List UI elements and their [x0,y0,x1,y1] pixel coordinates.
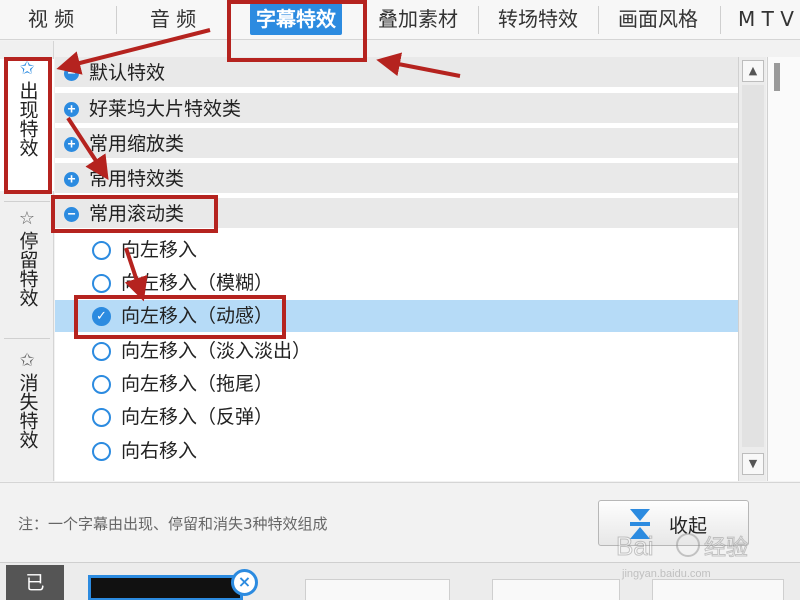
effects-note: 注：一个字幕由出现、停留和消失3种特效组成 [18,515,328,533]
radio-button[interactable] [92,342,111,361]
tab-divider [478,6,479,34]
effect-item[interactable]: 向左移入（拖尾） [55,368,738,400]
annotation-box-tab [227,0,367,62]
annotation-box-item [74,295,286,339]
scroll-down-icon[interactable]: ▼ [742,453,764,475]
side-tab-divider [4,201,50,202]
radio-button[interactable] [92,408,111,427]
baidu-watermark-logo: Bai 经验 jingyan.baidu.com [616,531,749,581]
tab-mtv[interactable]: M T V [738,0,800,40]
panel-scroll-thumb[interactable] [774,63,780,91]
category-zoom[interactable]: + 常用缩放类 [55,128,738,160]
category-hollywood[interactable]: + 好莱坞大片特效类 [55,93,738,125]
effect-item[interactable]: 向左移入（反弹） [55,401,738,433]
category-effects[interactable]: + 常用特效类 [55,163,738,195]
tab-picture-style[interactable]: 画面风格 [606,0,710,40]
category-default[interactable]: − 默认特效 [55,57,738,89]
top-tab-bar: 视 频 音 频 字幕特效 叠加素材 转场特效 画面风格 M T V [0,0,800,40]
effect-item[interactable]: 向左移入（淡入淡出） [55,335,738,367]
annotation-box-category [51,195,218,233]
empty-slot[interactable] [305,579,450,600]
annotation-box-side-tab [4,57,52,194]
tab-divider [720,6,721,34]
tree-scrollbar[interactable]: ▲ ▼ [738,57,766,481]
scroll-track[interactable] [742,85,764,447]
radio-button[interactable] [92,274,111,293]
radio-button[interactable] [92,375,111,394]
star-remove-icon: ✩ [19,350,35,371]
effect-item[interactable]: 向右移入 [55,435,738,467]
scroll-up-icon[interactable]: ▲ [742,60,764,82]
expand-icon[interactable]: + [64,172,79,187]
tab-audio[interactable]: 音 频 [132,0,214,40]
star-icon: ☆ [18,208,36,229]
close-icon[interactable]: × [231,569,258,596]
radio-button[interactable] [92,442,111,461]
svg-text:Bai: Bai [616,531,654,561]
tab-transition-effects[interactable]: 转场特效 [488,0,588,40]
empty-slot[interactable] [492,579,620,600]
right-panel-edge [767,57,800,481]
side-tab-divider [4,338,50,339]
effect-tree: − 默认特效 + 好莱坞大片特效类 + 常用缩放类 + 常用特效类 − 常用滚动… [55,57,738,481]
collapse-icon[interactable]: − [64,66,79,81]
tab-overlay-material[interactable]: 叠加素材 [368,0,468,40]
effect-item[interactable]: 向左移入 [55,234,738,266]
radio-button[interactable] [92,241,111,260]
side-tab-stay[interactable]: ☆ 停留特效 [0,209,54,337]
tab-divider [116,6,117,34]
added-tab[interactable]: 已 [6,565,64,600]
expand-icon[interactable]: + [64,137,79,152]
side-tab-disappear[interactable]: ✩ 消失特效 [0,351,54,479]
tab-video[interactable]: 视 频 [12,0,90,40]
tab-divider [598,6,599,34]
clip-thumbnail[interactable] [88,575,243,600]
expand-icon[interactable]: + [64,102,79,117]
svg-text:经验: 经验 [704,536,748,561]
svg-text:jingyan.baidu.com: jingyan.baidu.com [621,568,711,580]
